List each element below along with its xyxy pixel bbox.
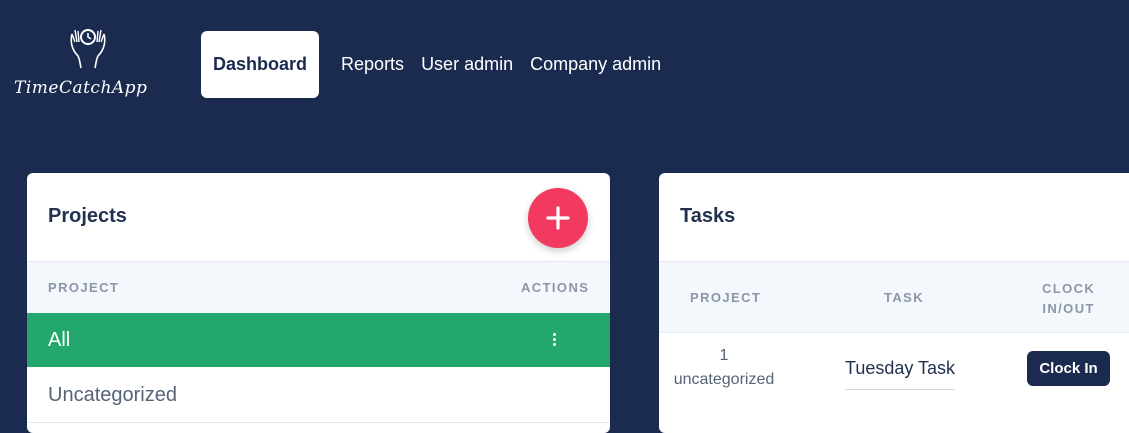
projects-title: Projects (48, 205, 127, 227)
column-actions: ACTIONS (521, 280, 590, 295)
top-nav: Dashboard Reports User admin Company adm… (201, 31, 678, 98)
column-project: PROJECT (48, 280, 120, 295)
tasks-table-header: PROJECT TASK CLOCK IN/OUT (659, 261, 1129, 333)
task-row: 1 uncategorized Tuesday Task Clock In (659, 332, 1129, 402)
project-name: All (48, 329, 71, 351)
task-project-id: 1 (719, 347, 729, 364)
more-actions-icon[interactable] (553, 333, 557, 348)
nav-company-admin[interactable]: Company admin (530, 31, 678, 98)
nav-user-admin[interactable]: User admin (421, 31, 530, 98)
project-name: Uncategorized (48, 384, 177, 406)
column-clock-line1: CLOCK (1042, 281, 1096, 296)
nav-dashboard[interactable]: Dashboard (201, 31, 320, 98)
plus-icon (546, 206, 570, 230)
project-row-uncategorized[interactable]: Uncategorized (27, 367, 610, 423)
nav-reports[interactable]: Reports (341, 31, 421, 98)
tasks-card: Tasks PROJECT TASK CLOCK IN/OUT 1 uncate… (659, 173, 1129, 433)
clock-hands-logo-icon (70, 29, 106, 69)
column-clock: CLOCK IN/OUT (1042, 279, 1095, 319)
column-clock-line2: IN/OUT (1042, 301, 1095, 316)
column-task: TASK (884, 290, 925, 305)
task-name[interactable]: Tuesday Task (845, 358, 956, 390)
logo-text: TimeCatchApp (14, 78, 148, 98)
app-logo[interactable]: TimeCatchApp (14, 26, 166, 104)
projects-card: Projects PROJECT ACTIONS All Uncategoriz… (27, 173, 610, 433)
task-project-name: uncategorized (673, 371, 775, 388)
project-row-all[interactable]: All (27, 313, 610, 367)
projects-table-header: PROJECT ACTIONS (27, 261, 610, 314)
clock-in-button[interactable]: Clock In (1027, 351, 1110, 386)
column-project: PROJECT (690, 290, 762, 305)
add-project-button[interactable] (528, 188, 588, 248)
tasks-title: Tasks (680, 205, 736, 227)
task-project: 1 uncategorized (659, 344, 789, 392)
